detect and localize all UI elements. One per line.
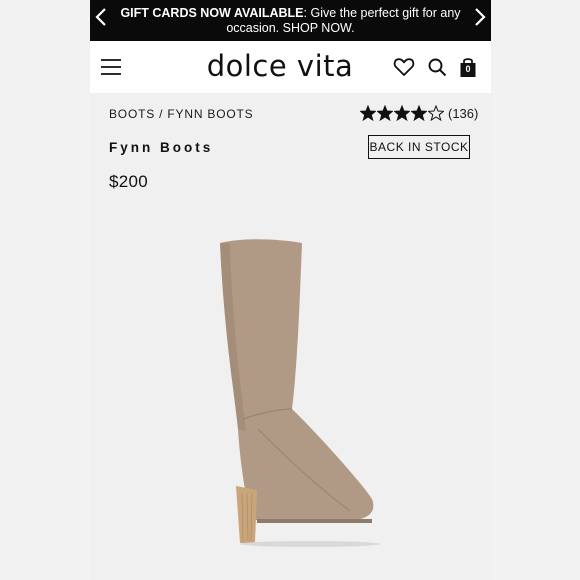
star-filled-icon (411, 105, 427, 121)
star-filled-icon (360, 105, 376, 121)
promo-banner[interactable]: GIFT CARDS NOW AVAILABLE: Give the perfe… (90, 0, 491, 41)
breadcrumb-separator: / (155, 107, 168, 121)
star-empty-icon (428, 105, 444, 121)
brand-logo[interactable]: dolce vita (185, 49, 375, 83)
boot-heel (236, 486, 257, 543)
product-image[interactable] (200, 231, 400, 556)
site-header: dolce vita 0 (90, 41, 491, 93)
rating-stars (360, 105, 445, 121)
promo-line2: occasion. SHOP NOW. (226, 20, 355, 35)
boot-sole (257, 519, 372, 523)
breadcrumb-fynn-boots[interactable]: FYNN BOOTS (167, 107, 253, 121)
star-filled-icon (377, 105, 393, 121)
breadcrumb-boots[interactable]: BOOTS (109, 107, 155, 121)
promo-line1: : Give the perfect gift for any (303, 5, 461, 20)
product-section: BOOTS / FYNN BOOTS (136) Fynn Boots BACK… (90, 93, 491, 580)
bag-count: 0 (465, 64, 471, 74)
review-count[interactable]: (136) (448, 106, 478, 121)
product-screen: GIFT CARDS NOW AVAILABLE: Give the perfe… (90, 0, 491, 580)
rating[interactable]: (136) (360, 103, 478, 123)
boot-shaft (220, 239, 374, 521)
promo-bold: GIFT CARDS NOW AVAILABLE (120, 5, 304, 20)
bag-button[interactable]: 0 (457, 56, 479, 78)
promo-text[interactable]: GIFT CARDS NOW AVAILABLE: Give the perfe… (118, 0, 463, 41)
chevron-right-icon[interactable] (469, 5, 489, 29)
heart-icon[interactable] (393, 56, 415, 78)
chevron-left-icon[interactable] (92, 5, 112, 29)
menu-icon[interactable] (100, 56, 122, 78)
breadcrumb: BOOTS / FYNN BOOTS (109, 107, 253, 121)
product-price: $200 (109, 172, 149, 191)
search-icon[interactable] (426, 56, 448, 78)
star-filled-icon (394, 105, 410, 121)
product-title: Fynn Boots (109, 140, 214, 155)
boot-floor-shadow (240, 541, 380, 547)
stock-status-badge: BACK IN STOCK (368, 135, 470, 159)
